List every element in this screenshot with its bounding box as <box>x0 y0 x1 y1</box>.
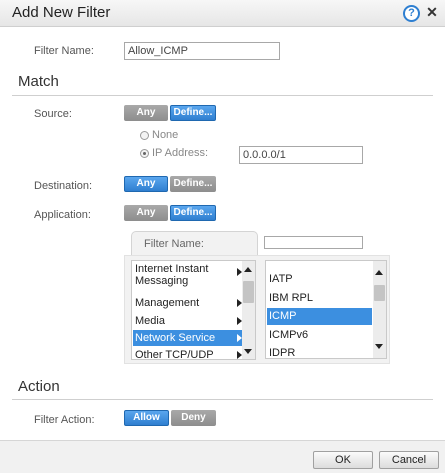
scroll-thumb[interactable] <box>243 281 254 303</box>
category-item[interactable]: Media <box>133 313 240 329</box>
filter-name-tab[interactable]: Filter Name: <box>131 231 258 255</box>
application-any-button[interactable]: Any <box>124 205 168 221</box>
destination-define-button[interactable]: Define... <box>170 176 216 192</box>
scroll-thumb[interactable] <box>374 285 385 301</box>
destination-any-button[interactable]: Any <box>124 176 168 192</box>
application-item-selected[interactable]: ICMP <box>267 308 372 325</box>
application-listbox[interactable]: IATP IBM RPL ICMP ICMPv6 IDPR <box>265 260 387 359</box>
application-item[interactable]: IDPR <box>267 345 371 358</box>
dialog-title: Add New Filter <box>12 4 111 21</box>
source-any-button[interactable]: Any <box>124 105 168 121</box>
match-divider <box>12 95 433 96</box>
action-heading: Action <box>18 378 60 395</box>
match-heading: Match <box>18 73 59 90</box>
application-label: Application: <box>34 209 91 221</box>
scroll-up-icon[interactable] <box>244 267 252 272</box>
filter-name-label: Filter Name: <box>34 45 94 57</box>
ok-button[interactable]: OK <box>313 451 373 469</box>
help-icon[interactable]: ? <box>403 5 420 22</box>
cancel-button[interactable]: Cancel <box>379 451 439 469</box>
application-filter-input[interactable] <box>264 236 363 249</box>
add-filter-dialog: Add New Filter ? ✕ Filter Name: Match So… <box>0 0 445 473</box>
scroll-down-icon[interactable] <box>244 349 252 354</box>
application-scrollbar[interactable] <box>373 261 386 358</box>
source-ip-input[interactable] <box>239 146 363 164</box>
action-divider <box>12 399 433 400</box>
category-listbox[interactable]: Internet Instant Messaging Management Me… <box>131 260 256 360</box>
category-scrollbar[interactable] <box>242 261 255 359</box>
category-item[interactable]: Management <box>133 295 240 311</box>
action-deny-button[interactable]: Deny <box>171 410 216 426</box>
action-allow-button[interactable]: Allow <box>124 410 169 426</box>
category-item-selected[interactable]: Network Service <box>133 330 242 346</box>
source-label: Source: <box>34 108 72 120</box>
category-item[interactable]: Other TCP/UDP <box>133 347 240 359</box>
source-ip-label: IP Address: <box>152 147 209 159</box>
source-none-radio[interactable] <box>140 131 149 140</box>
source-define-button[interactable]: Define... <box>170 105 216 121</box>
source-none-label: None <box>152 129 179 141</box>
application-define-button[interactable]: Define... <box>170 205 216 221</box>
filter-name-tab-label: Filter Name: <box>144 238 204 250</box>
category-item[interactable]: Internet Instant Messaging <box>133 263 240 287</box>
dialog-footer: OK Cancel <box>0 440 445 473</box>
close-icon[interactable]: ✕ <box>425 4 439 20</box>
application-picker-panel: Internet Instant Messaging Management Me… <box>124 255 390 364</box>
application-item[interactable]: ICMPv6 <box>267 327 371 344</box>
filter-name-input[interactable] <box>124 42 280 60</box>
title-bar: Add New Filter ? ✕ <box>0 0 445 27</box>
application-item[interactable]: IATP <box>267 271 371 288</box>
source-ip-radio[interactable] <box>140 149 149 158</box>
scroll-down-icon[interactable] <box>375 344 383 349</box>
destination-label: Destination: <box>34 180 93 192</box>
application-item[interactable]: IBM RPL <box>267 290 371 307</box>
filter-action-label: Filter Action: <box>34 414 95 426</box>
scroll-up-icon[interactable] <box>375 270 383 275</box>
